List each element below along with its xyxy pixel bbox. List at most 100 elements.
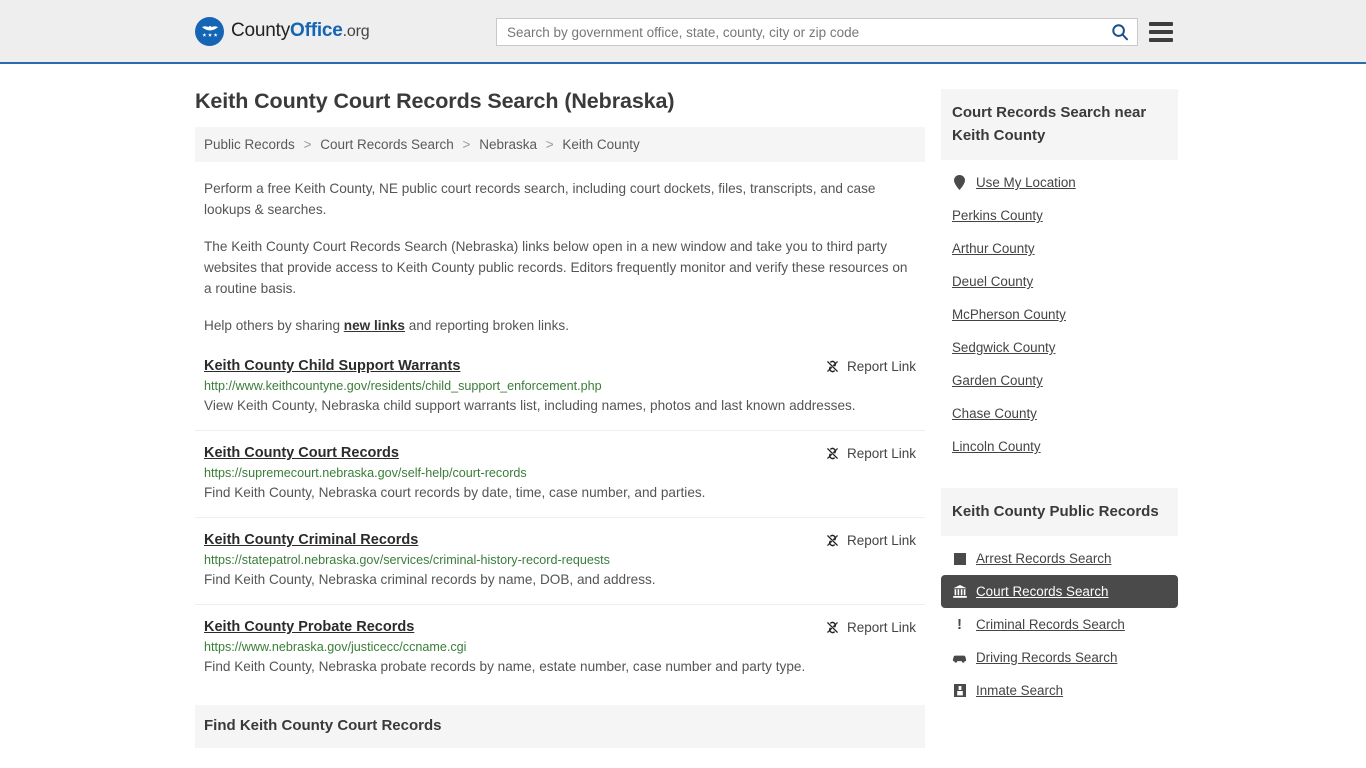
result-url: https://www.nebraska.gov/justicecc/ccnam…	[204, 640, 467, 654]
result-description: View Keith County, Nebraska child suppor…	[204, 398, 856, 413]
sidebar-item-criminal-records-search[interactable]: ! Criminal Records Search	[941, 608, 1178, 641]
hamburger-menu-icon[interactable]	[1149, 22, 1173, 42]
breadcrumb-item-court-records-search[interactable]: Court Records Search	[320, 137, 454, 152]
logo-text-dotorg: .org	[342, 23, 370, 40]
nearby-panel-heading: Court Records Search near Keith County	[941, 89, 1178, 160]
find-records-heading: Find Keith County Court Records	[204, 717, 442, 734]
breadcrumb: Public Records > Court Records Search > …	[195, 127, 925, 162]
courthouse-icon	[952, 585, 967, 598]
result-description: Find Keith County, Nebraska court record…	[204, 485, 706, 500]
sidebar-item-label: Garden County	[952, 373, 1043, 388]
breadcrumb-item-keith-county[interactable]: Keith County	[562, 137, 639, 152]
sidebar-item-sedgwick-county[interactable]: Sedgwick County	[941, 331, 1178, 364]
find-records-section: Find Keith County Court Records	[195, 705, 925, 748]
result-description: Find Keith County, Nebraska probate reco…	[204, 659, 806, 674]
sidebar-item-label: Perkins County	[952, 208, 1043, 223]
result-header: Keith County Court Records Report Link	[204, 445, 916, 461]
result-url: https://statepatrol.nebraska.gov/service…	[204, 553, 610, 567]
eagle-shield-logo-icon	[195, 16, 224, 46]
breadcrumb-item-nebraska[interactable]: Nebraska	[479, 137, 537, 152]
sidebar-item-label: Inmate Search	[976, 683, 1064, 698]
result-item: Keith County Court Records Report Link h…	[195, 445, 925, 518]
hamburger-bar	[1149, 38, 1173, 42]
sidebar: Court Records Search near Keith County U…	[941, 64, 1178, 748]
nearby-panel-list: Use My Location Perkins County Arthur Co…	[941, 160, 1178, 463]
public-records-panel-list: Arrest Records Search Court Records Sear…	[941, 536, 1178, 707]
breadcrumb-separator: >	[545, 137, 554, 152]
unlink-icon	[827, 621, 838, 634]
report-link-label: Report Link	[846, 446, 916, 461]
car-icon	[952, 653, 967, 663]
intro-p3-before: Help others by sharing	[204, 318, 344, 333]
result-url: http://www.keithcountyne.gov/residents/c…	[204, 379, 602, 393]
result-title-link[interactable]: Keith County Criminal Records	[204, 532, 418, 548]
sidebar-item-court-records-search[interactable]: Court Records Search	[941, 575, 1178, 608]
result-header: Keith County Probate Records Report Link	[204, 619, 916, 635]
logo-text-county: County	[231, 20, 291, 41]
result-title-link[interactable]: Keith County Child Support Warrants	[204, 358, 460, 374]
sidebar-item-label: Arrest Records Search	[976, 551, 1112, 566]
result-item: Keith County Child Support Warrants Repo…	[195, 358, 925, 431]
report-link-label: Report Link	[846, 533, 916, 548]
result-header: Keith County Criminal Records Report Lin…	[204, 532, 916, 548]
intro-paragraph-3: Help others by sharing new links and rep…	[204, 315, 916, 336]
sidebar-item-label: Criminal Records Search	[976, 617, 1125, 632]
report-link-button[interactable]: Report Link	[825, 358, 916, 374]
result-item: Keith County Probate Records Report Link…	[195, 619, 925, 691]
page-body: Keith County Court Records Search (Nebra…	[0, 64, 1366, 748]
public-records-panel-heading: Keith County Public Records	[941, 488, 1178, 536]
sidebar-item-use-my-location[interactable]: Use My Location	[941, 166, 1178, 199]
sidebar-item-driving-records-search[interactable]: Driving Records Search	[941, 641, 1178, 674]
sidebar-item-mcpherson-county[interactable]: McPherson County	[941, 298, 1178, 331]
search-icon[interactable]	[1111, 23, 1129, 41]
sidebar-item-label: Chase County	[952, 406, 1037, 421]
result-description: Find Keith County, Nebraska criminal rec…	[204, 572, 656, 587]
result-item: Keith County Criminal Records Report Lin…	[195, 532, 925, 605]
search-box[interactable]	[496, 18, 1138, 46]
site-header: CountyOffice.org	[0, 0, 1366, 64]
intro-p3-after: and reporting broken links.	[405, 318, 569, 333]
results-list: Keith County Child Support Warrants Repo…	[195, 358, 925, 691]
sidebar-item-lincoln-county[interactable]: Lincoln County	[941, 430, 1178, 463]
result-title-link[interactable]: Keith County Probate Records	[204, 619, 414, 635]
report-link-button[interactable]: Report Link	[825, 619, 916, 635]
logo-wordmark: CountyOffice.org	[231, 20, 370, 42]
report-link-button[interactable]: Report Link	[825, 445, 916, 461]
map-pin-icon	[952, 175, 967, 190]
unlink-icon	[827, 447, 838, 460]
result-header: Keith County Child Support Warrants Repo…	[204, 358, 916, 374]
sidebar-item-label: Deuel County	[952, 274, 1034, 289]
logo-text-office: Office	[290, 20, 343, 41]
hamburger-bar	[1149, 30, 1173, 34]
breadcrumb-item-public-records[interactable]: Public Records	[204, 137, 295, 152]
sidebar-item-deuel-county[interactable]: Deuel County	[941, 265, 1178, 298]
square-icon	[952, 552, 967, 565]
report-link-label: Report Link	[846, 359, 916, 374]
unlink-icon	[827, 360, 838, 373]
main-content: Keith County Court Records Search (Nebra…	[195, 64, 925, 748]
sidebar-item-inmate-search[interactable]: Inmate Search	[941, 674, 1178, 707]
sidebar-item-label: McPherson County	[952, 307, 1066, 322]
sidebar-item-chase-county[interactable]: Chase County	[941, 397, 1178, 430]
sidebar-item-perkins-county[interactable]: Perkins County	[941, 199, 1178, 232]
sidebar-item-label: Court Records Search	[976, 584, 1109, 599]
result-title-link[interactable]: Keith County Court Records	[204, 445, 399, 461]
breadcrumb-separator: >	[462, 137, 471, 152]
search-input[interactable]	[507, 24, 1111, 40]
sidebar-item-label: Use My Location	[976, 175, 1076, 190]
breadcrumb-separator: >	[303, 137, 312, 152]
sidebar-item-label: Sedgwick County	[952, 340, 1056, 355]
sidebar-item-arthur-county[interactable]: Arthur County	[941, 232, 1178, 265]
intro-paragraph-2: The Keith County Court Records Search (N…	[204, 239, 908, 296]
report-link-button[interactable]: Report Link	[825, 532, 916, 548]
site-logo[interactable]: CountyOffice.org	[195, 16, 370, 46]
jail-icon	[952, 684, 967, 697]
intro-text: Perform a free Keith County, NE public c…	[195, 178, 925, 336]
header-search-area	[496, 18, 1173, 46]
new-links-link[interactable]: new links	[344, 318, 405, 333]
public-records-panel: Keith County Public Records Arrest Recor…	[941, 488, 1178, 707]
exclamation-icon: !	[957, 616, 962, 633]
intro-paragraph-1: Perform a free Keith County, NE public c…	[204, 181, 876, 217]
sidebar-item-garden-county[interactable]: Garden County	[941, 364, 1178, 397]
sidebar-item-arrest-records-search[interactable]: Arrest Records Search	[941, 542, 1178, 575]
